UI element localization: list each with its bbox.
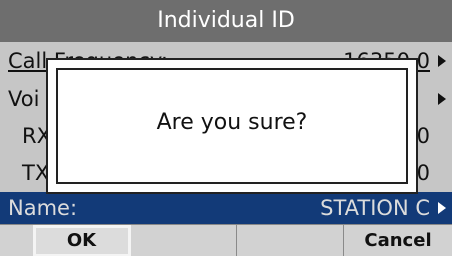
- softkey-2[interactable]: [131, 225, 237, 256]
- softkey-bar: OK Cancel: [0, 224, 452, 256]
- row-value: 0: [416, 124, 430, 148]
- page-title: Individual ID: [0, 0, 452, 42]
- row-value: 0: [416, 161, 430, 185]
- cancel-button[interactable]: Cancel: [344, 225, 452, 256]
- row-label: Voi: [8, 87, 40, 111]
- row-label: Name:: [8, 196, 78, 220]
- dialog-body: Are you sure?: [56, 68, 408, 184]
- ok-button[interactable]: OK: [33, 225, 131, 256]
- dialog-message: Are you sure?: [156, 110, 308, 135]
- chevron-right-icon: [438, 93, 446, 105]
- row-value: STATION C: [320, 196, 430, 220]
- softkey-3[interactable]: [237, 225, 344, 256]
- menu-row-name[interactable]: Name: STATION C: [0, 192, 452, 224]
- confirm-dialog: Are you sure?: [46, 58, 418, 194]
- radio-screen: Individual ID Call Frequency: 16350.0 Vo…: [0, 0, 452, 256]
- chevron-right-icon: [438, 55, 446, 67]
- chevron-right-icon: [438, 202, 446, 214]
